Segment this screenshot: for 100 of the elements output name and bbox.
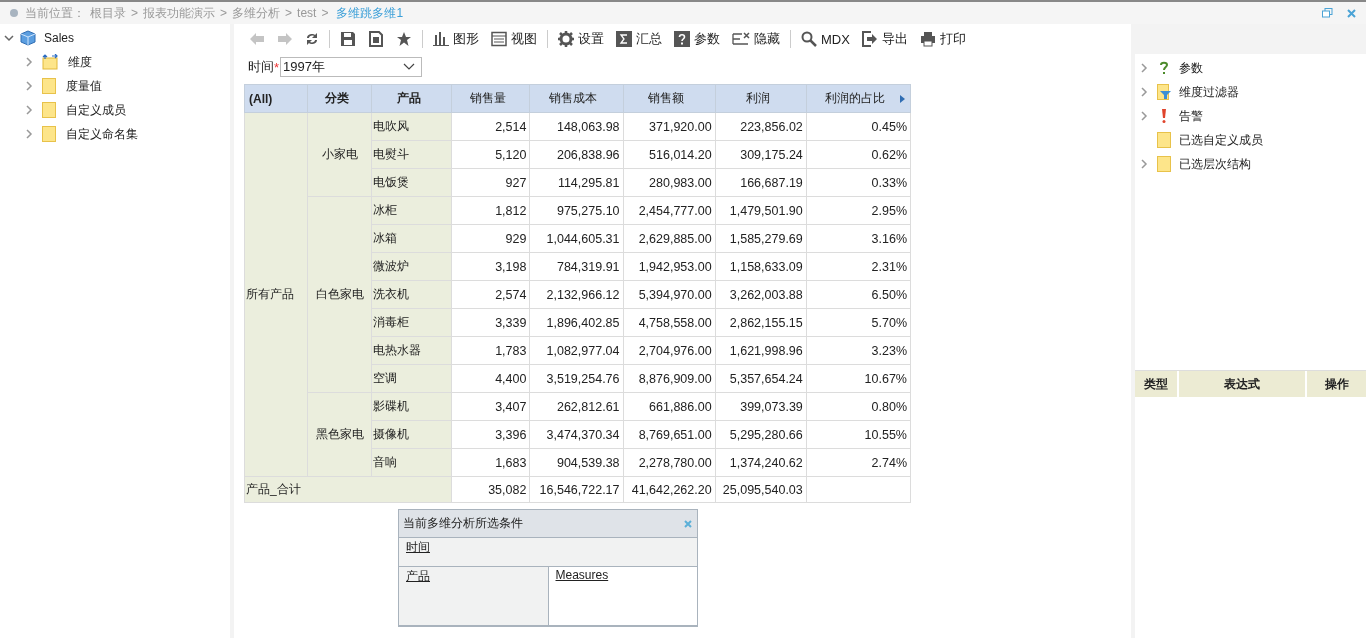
bar-chart-icon — [433, 31, 449, 47]
folder-icon — [1157, 156, 1171, 172]
table-cell: 929 — [451, 224, 530, 253]
question-mark-icon — [1157, 60, 1171, 76]
breadcrumb-separator: > — [220, 6, 228, 20]
breadcrumb-label: 当前位置： — [25, 4, 85, 22]
tree-row[interactable]: 已选自定义成员 — [1135, 128, 1366, 152]
table-cell: 1,942,953.00 — [623, 252, 716, 281]
table-cell: 3,339 — [451, 308, 530, 337]
table-cell: 148,063.98 — [529, 112, 624, 141]
chevron-icon[interactable] — [4, 33, 14, 43]
chevron-icon[interactable] — [24, 81, 34, 91]
column-header: 利润的占比 — [806, 84, 911, 113]
row-header: 黑色家电 — [307, 392, 372, 477]
table-cell: 661,886.00 — [623, 392, 716, 421]
breadcrumb-current: 多维跳多维1 — [336, 4, 404, 22]
chevron-icon[interactable] — [24, 105, 34, 115]
table-cell: 2,278,780.00 — [623, 448, 716, 477]
refresh-icon — [305, 31, 319, 47]
toolbar-button[interactable]: 隐藏 — [727, 28, 785, 50]
tree-item[interactable]: 维度过滤器 — [1179, 83, 1239, 101]
row-header: 消毒柜 — [371, 308, 452, 337]
tree-item[interactable]: 度量值 — [66, 77, 102, 95]
bullet-icon — [10, 9, 18, 17]
tree-item[interactable]: 告警 — [1179, 107, 1203, 125]
table-cell: 2,704,976.00 — [623, 336, 716, 365]
tree-item[interactable]: 自定义成员 — [66, 101, 126, 119]
close-icon[interactable] — [684, 519, 692, 528]
table-cell: 399,073.39 — [715, 392, 807, 421]
toolbar-button[interactable]: 打印 — [914, 28, 971, 50]
table-cell: 5.70% — [806, 308, 911, 337]
toolbar-button[interactable]: 汇总 — [611, 28, 667, 50]
tree-item[interactable]: 自定义命名集 — [66, 125, 138, 143]
hide-icon — [732, 31, 750, 47]
toolbar-button[interactable]: MDX — [796, 29, 855, 49]
table-cell: 927 — [451, 168, 530, 197]
table-cell: 8,769,651.00 — [623, 420, 716, 449]
chevron-icon[interactable] — [1139, 87, 1149, 97]
condition-link[interactable]: 产品 — [406, 569, 430, 583]
condition-link[interactable]: Measures — [555, 568, 609, 582]
tree-item[interactable]: 参数 — [1179, 59, 1203, 77]
table-cell: 3.23% — [806, 336, 911, 365]
row-header: 电热水器 — [371, 336, 452, 365]
toolbar-button[interactable]: 设置 — [553, 28, 609, 50]
column-header: 产品 — [371, 84, 452, 113]
chevron-icon[interactable] — [1139, 63, 1149, 73]
table-cell: 41,642,262.20 — [623, 476, 716, 503]
expand-triangle-icon[interactable] — [900, 95, 905, 103]
folder-funnel-icon — [1157, 84, 1171, 100]
table-cell: 2,862,155.15 — [715, 308, 807, 337]
search-icon — [801, 31, 817, 47]
table-cell: 10.55% — [806, 420, 911, 449]
column-header: 销售额 — [623, 84, 716, 113]
table-cell: 2,132,966.12 — [529, 280, 624, 309]
row-header: 电熨斗 — [371, 140, 452, 169]
help-icon — [674, 31, 690, 47]
table-cell: 114,295.81 — [529, 168, 624, 197]
cube-icon — [20, 30, 36, 46]
export-icon — [861, 31, 878, 47]
table-cell: 1,683 — [451, 448, 530, 477]
table-cell: 975,275.10 — [529, 196, 624, 225]
table-cell: 1,585,279.69 — [715, 224, 807, 253]
tree-item[interactable]: 已选层次结构 — [1179, 155, 1251, 173]
column-header: 类型 — [1135, 371, 1179, 397]
chevron-icon[interactable] — [1139, 111, 1149, 121]
folder-icon — [1157, 132, 1171, 148]
tree-item[interactable]: Sales — [44, 31, 75, 45]
row-header: 摄像机 — [371, 420, 452, 449]
chevron-icon[interactable] — [24, 129, 34, 139]
filter-label: 时间 — [248, 58, 274, 76]
folder-icon — [42, 126, 56, 142]
required-mark: * — [274, 59, 280, 75]
toolbar-button[interactable]: 图形 — [428, 28, 484, 50]
table-cell: 3,519,254.76 — [529, 364, 624, 393]
table-cell: 1,082,977.04 — [529, 336, 624, 365]
column-header: 表达式 — [1179, 371, 1307, 397]
total-label: 产品_合计 — [244, 476, 452, 503]
table-cell: 3,474,370.34 — [529, 420, 624, 449]
tree-item[interactable]: 已选自定义成员 — [1179, 131, 1263, 149]
toolbar-button[interactable]: 视图 — [486, 28, 542, 50]
close-icon[interactable] — [1347, 8, 1356, 18]
toolbar-button[interactable]: 参数 — [669, 28, 725, 50]
restore-icon[interactable] — [1322, 8, 1333, 18]
time-dropdown[interactable]: 1997年 — [280, 57, 423, 77]
toolbar-button[interactable]: 导出 — [856, 28, 913, 50]
row-header: 洗衣机 — [371, 280, 452, 309]
table-cell: 2.74% — [806, 448, 911, 477]
table-cell: 1,783 — [451, 336, 530, 365]
condition-link[interactable]: 时间 — [406, 540, 430, 554]
table-cell: 1,621,998.96 — [715, 336, 807, 365]
window-icon — [491, 31, 507, 47]
chevron-icon[interactable] — [1139, 159, 1149, 169]
chevron-icon[interactable] — [24, 57, 34, 67]
table-cell: 2,574 — [451, 280, 530, 309]
tree-item[interactable]: 维度 — [68, 53, 92, 71]
star-icon — [396, 31, 412, 47]
table-cell: 4,400 — [451, 364, 530, 393]
table-cell: 223,856.02 — [715, 112, 807, 141]
right-arrow-icon — [277, 32, 293, 46]
table-cell: 1,479,501.90 — [715, 196, 807, 225]
